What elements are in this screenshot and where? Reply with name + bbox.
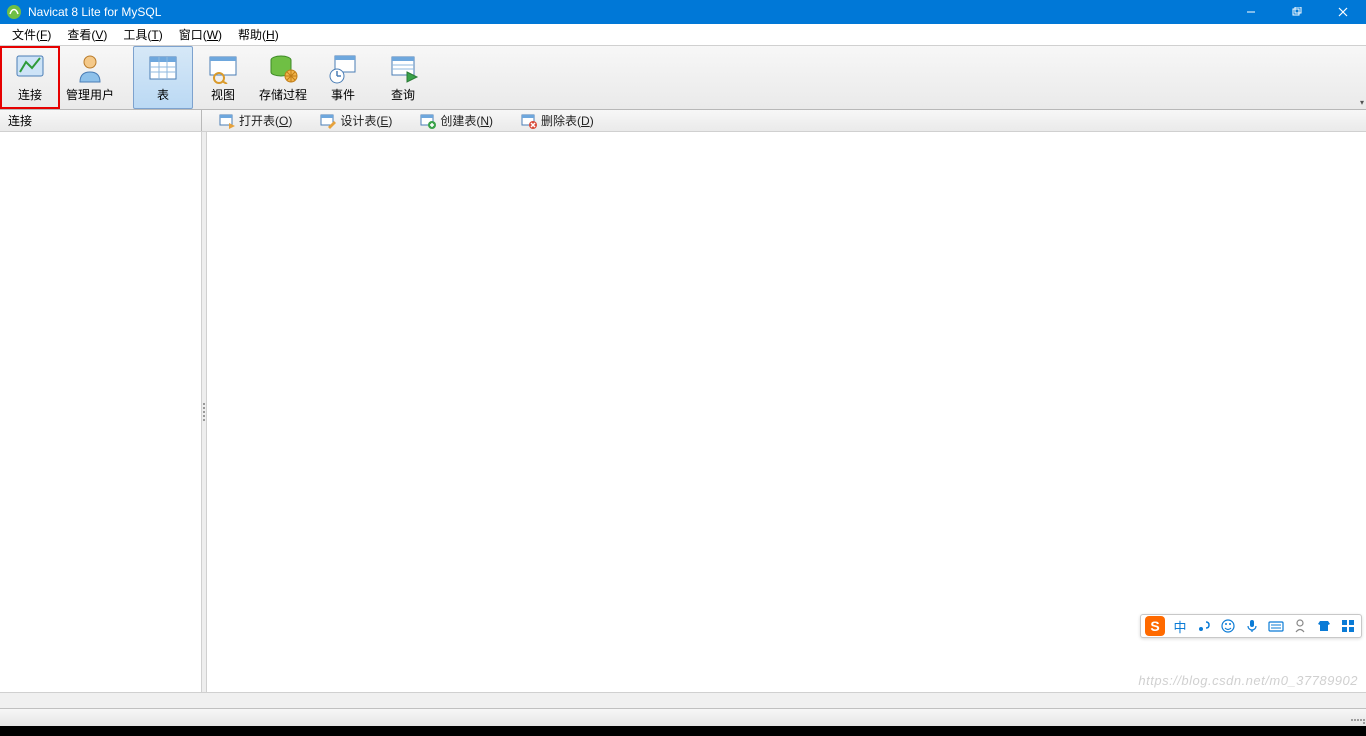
maximize-button[interactable] [1274, 0, 1320, 24]
storedproc-icon [267, 52, 299, 84]
ime-emoji-icon[interactable] [1219, 617, 1237, 635]
connect-label: 连接 [18, 86, 42, 103]
sidebar-header: 连接 [0, 110, 202, 131]
horizontal-scrollbar[interactable] [0, 692, 1366, 708]
storedproc-label: 存储过程 [259, 86, 307, 103]
resize-grip[interactable] [1350, 709, 1366, 725]
content-area: https://blog.csdn.net/m0_37789902 [0, 132, 1366, 692]
ime-skin-icon[interactable] [1315, 617, 1333, 635]
menu-tools[interactable]: 工具(T) [115, 24, 170, 45]
storedproc-button[interactable]: 存储过程 [253, 46, 313, 109]
table-button[interactable]: 表 [133, 46, 193, 109]
open-table-button[interactable]: 打开表(O) [212, 110, 299, 131]
open-table-icon [219, 113, 235, 129]
connections-tree[interactable] [0, 132, 202, 692]
design-table-icon [320, 113, 336, 129]
watermark-text: https://blog.csdn.net/m0_37789902 [1138, 673, 1358, 688]
table-label: 表 [157, 86, 169, 103]
manage-users-button[interactable]: 管理用户 [60, 46, 120, 109]
table-icon [147, 52, 179, 84]
window-title: Navicat 8 Lite for MySQL [28, 5, 1228, 19]
query-icon [387, 52, 419, 84]
sidebar-header-label: 连接 [8, 112, 32, 129]
ime-mic-icon[interactable] [1243, 617, 1261, 635]
view-icon [207, 52, 239, 84]
menu-window[interactable]: 窗口(W) [171, 24, 230, 45]
ime-punct-icon[interactable] [1195, 617, 1213, 635]
delete-table-icon [521, 113, 537, 129]
design-table-button[interactable]: 设计表(E) [313, 110, 399, 131]
event-icon [327, 52, 359, 84]
main-panel: https://blog.csdn.net/m0_37789902 [207, 132, 1366, 692]
create-table-icon [420, 113, 436, 129]
taskbar-strip [0, 726, 1366, 736]
app-icon [6, 4, 22, 20]
menu-view[interactable]: 查看(V) [59, 24, 115, 45]
event-label: 事件 [331, 86, 355, 103]
minimize-button[interactable] [1228, 0, 1274, 24]
close-button[interactable] [1320, 0, 1366, 24]
query-label: 查询 [391, 86, 415, 103]
user-icon [74, 52, 106, 84]
event-button[interactable]: 事件 [313, 46, 373, 109]
main-toolbar: 连接 管理用户 表 视图 [0, 46, 1366, 110]
connect-icon [14, 52, 46, 84]
connect-button[interactable]: 连接 [0, 46, 60, 109]
toolbar-overflow-icon[interactable]: ▾ [1360, 98, 1364, 107]
statusbar [0, 708, 1366, 726]
create-table-button[interactable]: 创建表(N) [413, 110, 500, 131]
query-button[interactable]: 查询 [373, 46, 433, 109]
menu-help[interactable]: 帮助(H) [230, 24, 287, 45]
sub-toolbar: 连接 打开表(O) 设计表(E) 创建表(N) [0, 110, 1366, 132]
ime-keyboard-icon[interactable] [1267, 617, 1285, 635]
ime-lang-indicator[interactable]: 中 [1171, 617, 1189, 635]
view-label: 视图 [211, 86, 235, 103]
manage-users-label: 管理用户 [66, 86, 114, 103]
ime-toolbar[interactable]: S 中 [1140, 614, 1362, 638]
ime-toolbox-icon[interactable] [1339, 617, 1357, 635]
menu-file[interactable]: 文件(F) [4, 24, 59, 45]
menubar: 文件(F) 查看(V) 工具(T) 窗口(W) 帮助(H) [0, 24, 1366, 46]
titlebar: Navicat 8 Lite for MySQL [0, 0, 1366, 24]
delete-table-button[interactable]: 删除表(D) [514, 110, 601, 131]
ime-handwrite-icon[interactable] [1291, 617, 1309, 635]
sogou-logo-icon[interactable]: S [1145, 616, 1165, 636]
view-button[interactable]: 视图 [193, 46, 253, 109]
